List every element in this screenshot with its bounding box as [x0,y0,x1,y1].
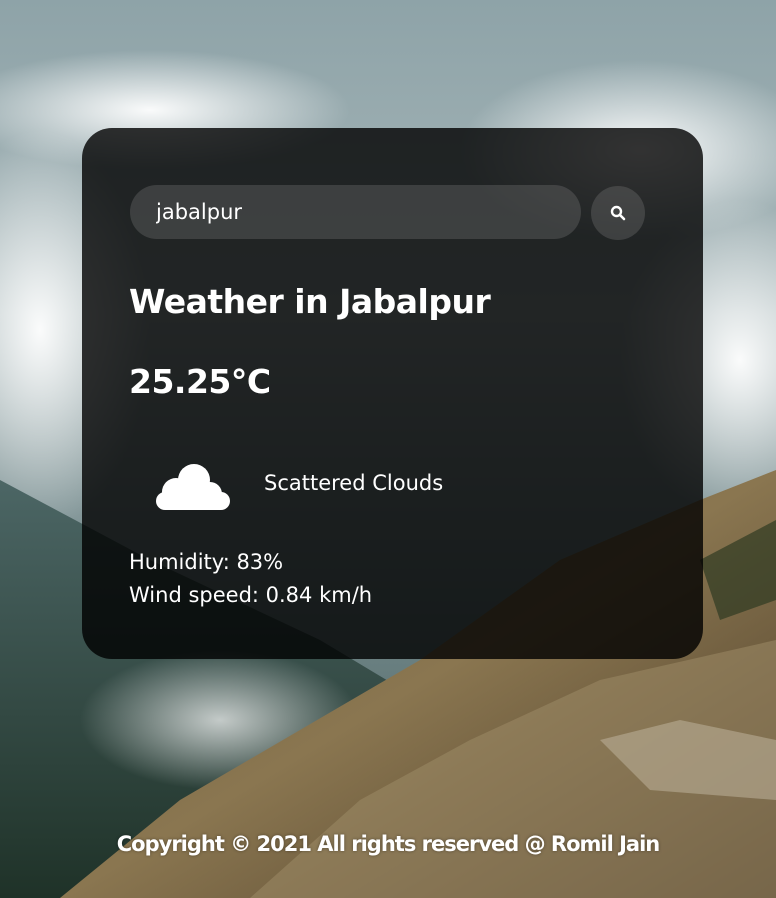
search-input[interactable] [130,185,581,239]
wind-speed-reading: Wind speed: 0.84 km/h [129,583,373,607]
search-button[interactable] [591,186,645,240]
footer-copyright: Copyright © 2021 All rights reserved @ R… [116,832,660,856]
cloud-icon [144,448,244,524]
search-bar [130,185,645,240]
weather-description: Scattered Clouds [264,471,444,495]
city-heading: Weather in Jabalpur [129,282,491,321]
weather-card: Weather in Jabalpur 25.25°C Scattered Cl… [82,128,703,659]
humidity-reading: Humidity: 83% [129,550,284,574]
temperature: 25.25°C [129,362,271,401]
